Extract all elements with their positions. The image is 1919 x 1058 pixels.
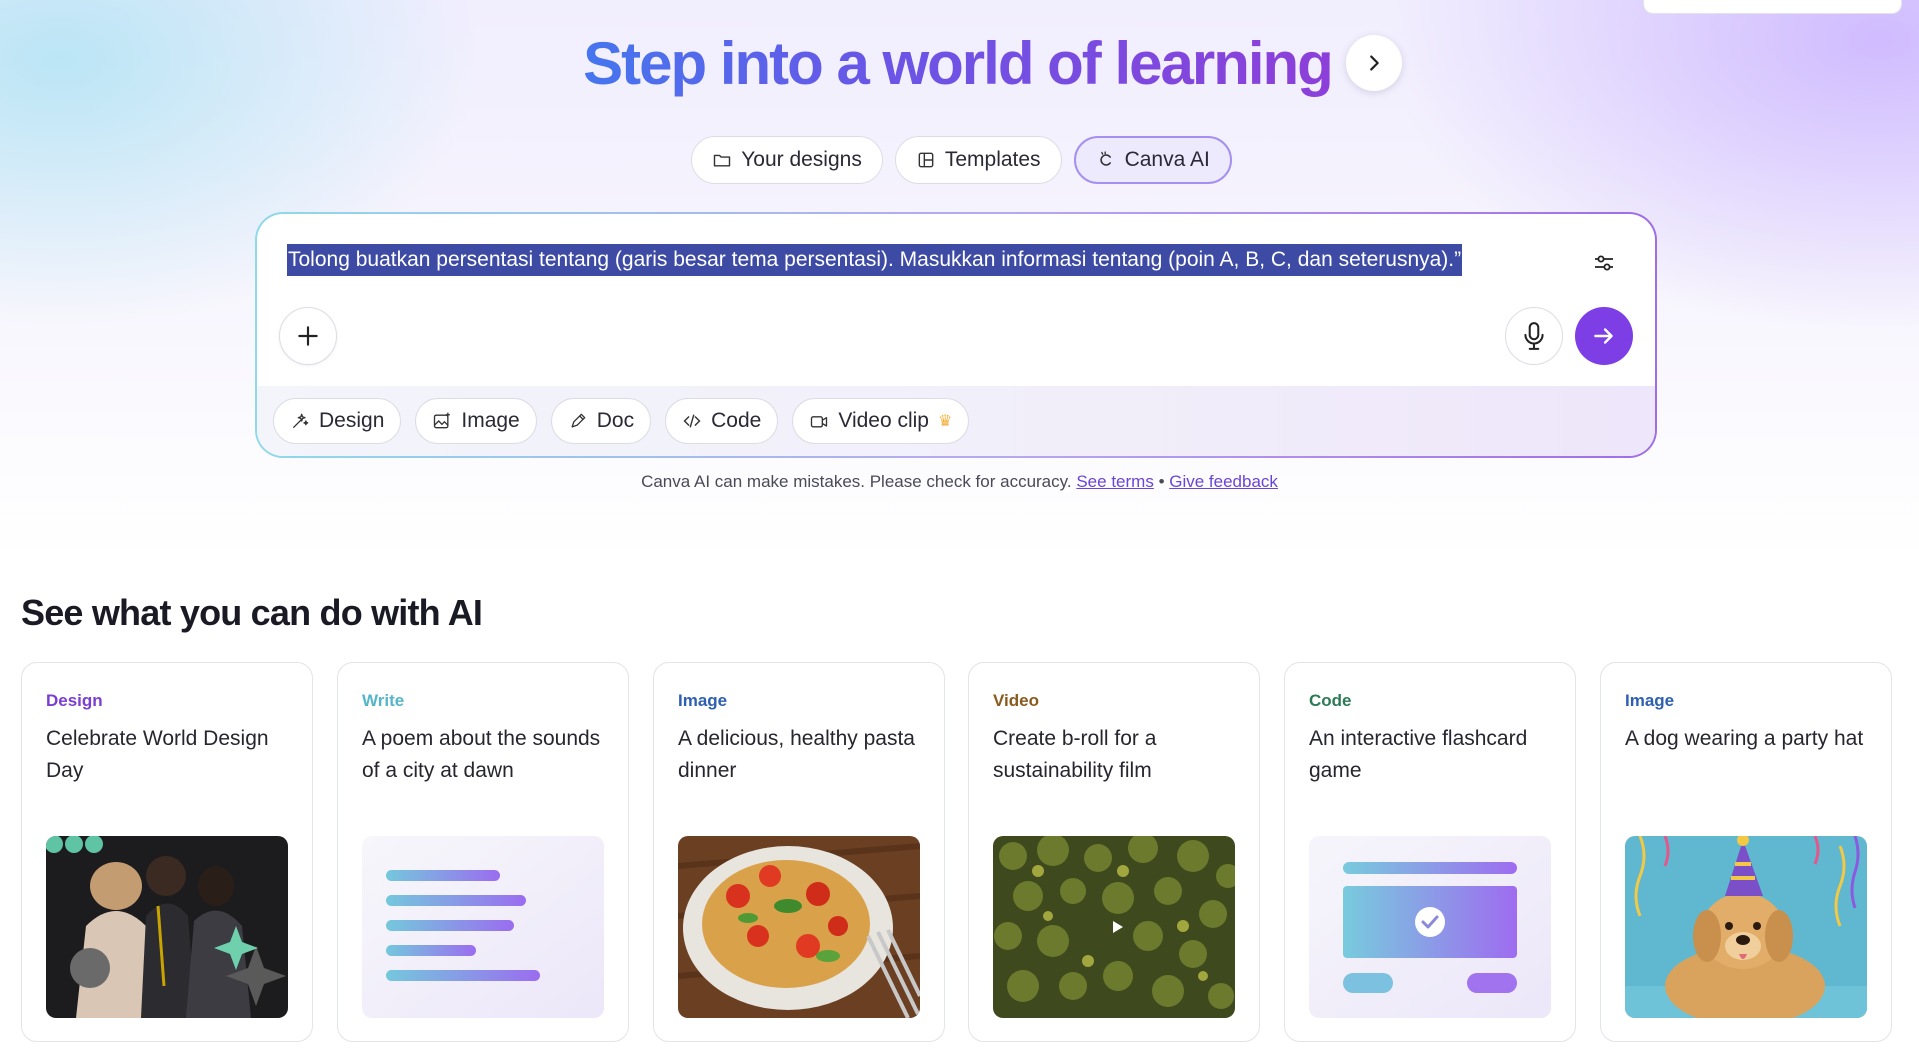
suggestion-card-code[interactable]: Code An interactive flashcard game: [1284, 662, 1576, 1042]
forest-video: [993, 836, 1235, 1018]
arrow-right-icon: [1594, 328, 1613, 344]
see-terms-link[interactable]: See terms: [1076, 472, 1153, 491]
add-attachment-button[interactable]: [279, 307, 337, 365]
tab-label: Your designs: [741, 148, 862, 171]
section-title: See what you can do with AI: [21, 592, 483, 633]
sparkle-icon: [292, 413, 309, 429]
prompt-type-chips: Design Image Doc Code Video clip ♛: [257, 386, 1655, 456]
suggestion-card-write[interactable]: Write A poem about the sounds of a city …: [337, 662, 629, 1042]
card-description: A dog wearing a party hat: [1625, 727, 1864, 750]
tab-label: Canva AI: [1124, 148, 1210, 171]
tab-your-designs[interactable]: Your designs: [691, 136, 883, 184]
chip-video-clip[interactable]: Video clip ♛: [792, 398, 970, 444]
chip-label: Doc: [596, 409, 635, 432]
code-icon: [683, 414, 701, 428]
template-icon: [918, 152, 934, 168]
chip-image[interactable]: Image: [415, 398, 537, 444]
separator-dot: •: [1158, 472, 1165, 491]
card-description: A poem about the sounds of a city at daw…: [362, 727, 601, 782]
hero-header: Step into a world of learning: [0, 22, 1919, 104]
hero-next-button[interactable]: [1345, 35, 1402, 91]
chip-label: Code: [711, 409, 762, 432]
tab-templates[interactable]: Templates: [894, 136, 1062, 184]
ai-disclaimer: Canva AI can make mistakes. Please check…: [0, 472, 1919, 492]
canva-ai-icon: [1099, 151, 1111, 166]
card-category: Image: [678, 691, 728, 710]
suggestion-card-dog[interactable]: Image A dog wearing a party hat: [1600, 662, 1892, 1042]
suggestion-card-video[interactable]: Video Create b-roll for a sustainability…: [968, 662, 1260, 1042]
disclaimer-text: Canva AI can make mistakes. Please check…: [641, 472, 1072, 491]
chip-doc[interactable]: Doc: [550, 398, 652, 444]
card-category: Design: [46, 691, 103, 710]
text-lines-illustration: [362, 836, 604, 1018]
tab-canva-ai[interactable]: Canva AI: [1073, 136, 1232, 184]
prompt-box: Tolong buatkan persentasi tentang (garis…: [255, 212, 1657, 458]
crown-icon: ♛: [938, 413, 953, 430]
chip-label: Video clip: [838, 409, 929, 432]
card-category: Image: [1625, 691, 1675, 710]
top-right-panel[interactable]: [1643, 0, 1902, 14]
plus-icon: [298, 326, 318, 346]
design-photo: [46, 836, 288, 1018]
image-icon: [434, 412, 451, 429]
card-category: Video: [993, 691, 1039, 710]
microphone-icon: [1524, 322, 1544, 350]
dog-photo: [1625, 836, 1867, 1018]
chip-label: Image: [461, 409, 520, 432]
mode-tabs: Your designs Templates Canva AI: [0, 136, 1919, 184]
video-icon: [811, 416, 828, 428]
card-category: Write: [362, 691, 405, 710]
chip-code[interactable]: Code: [665, 398, 779, 444]
card-description: A delicious, healthy pasta dinner: [678, 727, 915, 782]
send-button[interactable]: [1575, 307, 1633, 365]
card-description: An interactive flashcard game: [1309, 727, 1528, 782]
flashcard-illustration: [1309, 836, 1551, 1018]
prompt-settings-button[interactable]: [1589, 248, 1619, 278]
folder-icon: [713, 154, 731, 167]
suggestion-card-pasta[interactable]: Image A delicious, healthy pasta dinner: [653, 662, 945, 1042]
pasta-photo: [678, 836, 920, 1018]
chip-design[interactable]: Design: [273, 398, 402, 444]
tab-label: Templates: [944, 148, 1041, 171]
chevron-right-icon: [1369, 55, 1379, 71]
chip-label: Design: [319, 409, 385, 432]
pen-icon: [571, 413, 586, 428]
prompt-input[interactable]: Tolong buatkan persentasi tentang (garis…: [287, 244, 1463, 276]
sliders-icon: [1595, 255, 1613, 271]
voice-input-button[interactable]: [1505, 307, 1563, 365]
hero-title: Step into a world of learning: [517, 29, 1334, 98]
give-feedback-link[interactable]: Give feedback: [1169, 472, 1278, 491]
suggestion-card-design[interactable]: Design Celebrate World Design Day: [21, 662, 313, 1042]
card-description: Celebrate World Design Day: [46, 727, 269, 782]
card-description: Create b-roll for a sustainability film: [993, 727, 1157, 782]
card-category: Code: [1309, 691, 1352, 710]
